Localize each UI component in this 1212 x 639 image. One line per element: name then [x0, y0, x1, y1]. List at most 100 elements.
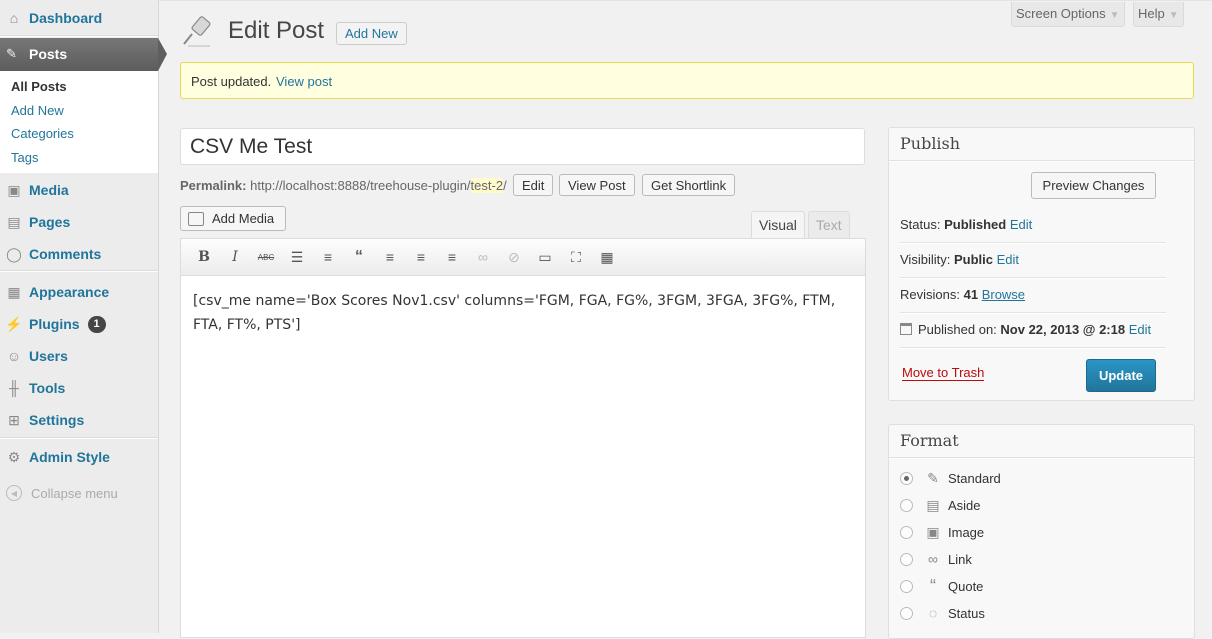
header-divider [889, 457, 1194, 459]
format-option-status[interactable]: ◌ Status [900, 603, 985, 623]
add-new-button[interactable]: Add New [336, 22, 407, 45]
fullscreen-icon[interactable]: ⛶ [566, 248, 586, 266]
status-icon: ◌ [928, 605, 938, 621]
radio-selected[interactable] [900, 471, 913, 485]
header-divider [889, 160, 1194, 162]
sidebar-item-label: Users [29, 348, 68, 364]
link-icon[interactable]: ∞ [473, 248, 493, 266]
status-label: Status: [900, 217, 941, 232]
editor-toolbar: B I ABC ☰ ≡ “ ≡ ≡ ≡ ∞ ⊘ ▭ ⛶ ▦ [181, 239, 865, 276]
plugins-icon: ⚡ [5, 315, 23, 332]
preview-changes-button[interactable]: Preview Changes [1031, 172, 1156, 199]
submenu-add-new[interactable]: Add New [11, 103, 64, 118]
published-value: Nov 22, 2013 @ 2:18 [1000, 322, 1126, 337]
status-row: Status: Published Edit [900, 217, 1032, 232]
sidebar-item-posts[interactable]: ✎ Posts [0, 38, 158, 71]
sidebar-item-plugins[interactable]: ⚡ Plugins 1 [0, 308, 158, 340]
appearance-icon: ▦ [7, 283, 21, 300]
align-center-icon[interactable]: ≡ [411, 248, 431, 266]
updated-notice: Post updated. View post [180, 62, 1194, 99]
move-to-trash-link[interactable]: Move to Trash [902, 365, 985, 381]
permalink-row: Permalink: http://localhost:8888/treehou… [180, 178, 507, 193]
browse-revisions-link[interactable]: Browse [982, 287, 1025, 302]
publish-heading[interactable]: Publish [900, 134, 960, 153]
update-button[interactable]: Update [1086, 359, 1156, 392]
posts-submenu: All Posts Add New Categories Tags [0, 71, 158, 173]
format-heading[interactable]: Format [900, 431, 959, 450]
edit-status-link[interactable]: Edit [1010, 217, 1032, 232]
revisions-label: Revisions: [900, 287, 960, 302]
submenu-tags[interactable]: Tags [11, 150, 38, 165]
visibility-label: Visibility: [900, 252, 951, 267]
format-option-quote[interactable]: “ Quote [900, 576, 983, 596]
strikethrough-icon[interactable]: ABC [256, 248, 276, 266]
permalink-base: http://localhost:8888/treehouse-plugin/ [250, 178, 471, 193]
divider [900, 242, 1166, 244]
collapse-menu-button[interactable]: ◀ Collapse menu [0, 480, 158, 506]
edit-visibility-link[interactable]: Edit [997, 252, 1019, 267]
add-media-button[interactable]: Add Media [180, 206, 286, 231]
tab-visual[interactable]: Visual [751, 211, 805, 238]
screen-options-button[interactable]: Screen Options ▼ [1011, 2, 1125, 27]
sidebar-item-settings[interactable]: ⊞ Settings [0, 404, 158, 436]
bold-icon[interactable]: B [194, 248, 214, 266]
pushpin-icon [183, 16, 211, 47]
sidebar-item-admin-style[interactable]: ⚙ Admin Style [0, 441, 158, 473]
kitchen-sink-icon[interactable]: ▦ [597, 248, 617, 266]
radio[interactable] [900, 498, 913, 512]
format-option-link[interactable]: ∞ Link [900, 549, 972, 569]
sidebar-item-pages[interactable]: ▤ Pages [0, 206, 158, 238]
view-post-button[interactable]: View Post [559, 174, 635, 196]
blockquote-icon[interactable]: “ [349, 248, 369, 266]
edit-permalink-button[interactable]: Edit [513, 174, 554, 196]
menu-separator [0, 437, 158, 439]
add-media-label: Add Media [212, 211, 275, 226]
sidebar-item-label: Pages [29, 214, 71, 230]
radio[interactable] [900, 606, 913, 620]
numbered-list-icon[interactable]: ≡ [318, 248, 338, 266]
radio[interactable] [900, 579, 913, 593]
sidebar-item-appearance[interactable]: ▦ Appearance [0, 276, 158, 308]
post-title-field[interactable]: CSV Me Test [180, 128, 865, 165]
page-title: Edit Post [228, 17, 325, 44]
menu-separator [0, 270, 158, 272]
calendar-icon [900, 323, 912, 335]
sidebar-item-users[interactable]: ☺ Users [0, 340, 158, 372]
submenu-all-posts[interactable]: All Posts [11, 79, 67, 94]
sidebar-item-tools[interactable]: ╫ Tools [0, 372, 158, 404]
align-right-icon[interactable]: ≡ [442, 248, 462, 266]
sidebar-item-label: Media [29, 182, 69, 198]
view-post-link[interactable]: View post [276, 74, 332, 89]
edit-date-link[interactable]: Edit [1129, 322, 1151, 337]
post-editor[interactable]: B I ABC ☰ ≡ “ ≡ ≡ ≡ ∞ ⊘ ▭ ⛶ ▦ [csv_me na… [180, 238, 866, 638]
italic-icon[interactable]: I [225, 248, 245, 266]
more-tag-icon[interactable]: ▭ [535, 248, 555, 266]
users-icon: ☺ [6, 348, 22, 364]
align-left-icon[interactable]: ≡ [380, 248, 400, 266]
dashboard-icon: ⌂ [9, 10, 19, 26]
submenu-categories[interactable]: Categories [11, 126, 74, 141]
bullet-list-icon[interactable]: ☰ [287, 248, 307, 266]
sidebar-item-media[interactable]: ▣ Media [0, 174, 158, 206]
format-option-image[interactable]: ▣ Image [900, 522, 984, 542]
get-shortlink-button[interactable]: Get Shortlink [642, 174, 736, 196]
format-label: Link [948, 551, 972, 567]
permalink-slug[interactable]: test-2 [470, 178, 504, 193]
sidebar-item-comments[interactable]: ◯ Comments [0, 238, 158, 270]
format-option-aside[interactable]: ▤ Aside [900, 495, 981, 515]
sidebar-item-label: Tools [29, 380, 66, 396]
tab-text[interactable]: Text [808, 211, 850, 238]
sidebar-item-dashboard[interactable]: ⌂ Dashboard [0, 2, 158, 34]
format-option-standard[interactable]: ✎ Standard [900, 468, 1001, 488]
image-icon: ▣ [926, 523, 940, 540]
revisions-value: 41 [963, 287, 979, 302]
pushpin-icon: ✎ [927, 469, 939, 486]
unlink-icon[interactable]: ⊘ [504, 248, 524, 266]
help-button[interactable]: Help ▼ [1133, 2, 1184, 27]
radio[interactable] [900, 552, 913, 566]
visibility-value: Public [953, 252, 993, 267]
permalink-end: / [503, 178, 507, 193]
editor-content[interactable]: [csv_me name='Box Scores Nov1.csv' colum… [193, 289, 853, 337]
divider [900, 312, 1166, 314]
radio[interactable] [900, 525, 913, 539]
